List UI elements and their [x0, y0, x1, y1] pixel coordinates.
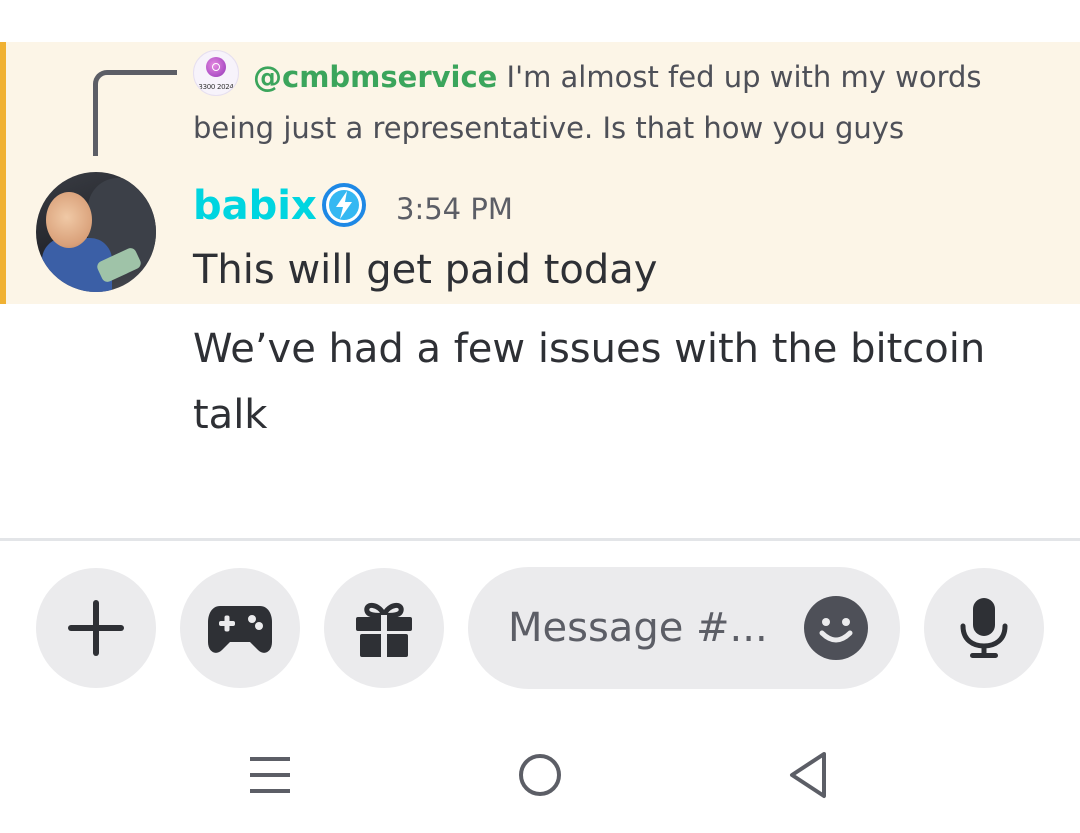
nav-back-button[interactable]: [778, 745, 838, 805]
gamepad-icon: [208, 606, 272, 653]
plus-icon: [68, 600, 124, 656]
home-circle-icon: [519, 754, 561, 796]
username[interactable]: babix: [193, 180, 317, 232]
message-input-placeholder: Message #...: [508, 605, 768, 651]
gift-icon: [356, 603, 412, 659]
message-text-1: This will get paid today: [193, 247, 658, 293]
nav-home-button[interactable]: [510, 745, 570, 805]
emoji-smile-icon[interactable]: [803, 595, 869, 661]
lightning-bolt-badge-icon[interactable]: [321, 182, 367, 228]
mention-highlight-bar: [0, 42, 6, 304]
nav-recent-apps-button[interactable]: [240, 745, 300, 805]
back-triangle-icon: [790, 752, 826, 798]
reply-author[interactable]: @cmbmservice: [253, 60, 497, 94]
reply-preview[interactable]: @cmbmservice I'm almost fed up with my w…: [193, 52, 1053, 154]
activities-button[interactable]: [180, 568, 300, 688]
recent-apps-icon: [250, 757, 290, 793]
composer-divider: [0, 538, 1080, 541]
message-timestamp: 3:54 PM: [396, 192, 513, 226]
message-text-2: We’ve had a few issues with the bitcoin …: [193, 326, 986, 438]
user-avatar[interactable]: [36, 172, 156, 292]
gift-button[interactable]: [324, 568, 444, 688]
reply-connector: [93, 70, 177, 156]
voice-message-button[interactable]: [924, 568, 1044, 688]
message-input[interactable]: Message #...: [468, 567, 900, 689]
microphone-icon: [960, 598, 1008, 658]
add-attachment-button[interactable]: [36, 568, 156, 688]
